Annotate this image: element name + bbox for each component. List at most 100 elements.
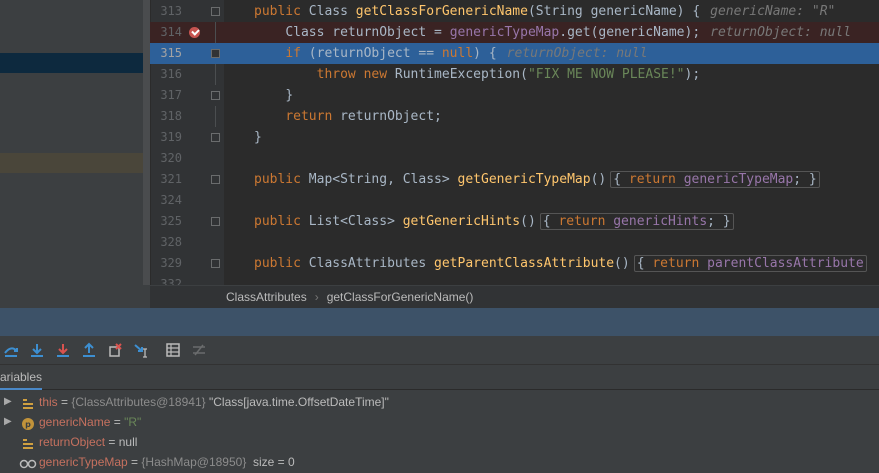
code-line[interactable]: 318 return returnObject;	[150, 106, 879, 127]
code-line[interactable]: 329 public ClassAttributes getParentClass…	[150, 253, 879, 274]
project-panel-scrollbar[interactable]	[143, 0, 150, 285]
code-text: return returnObject;	[254, 106, 442, 127]
line-number[interactable]: 328	[150, 232, 182, 253]
code-text: public List<Class> getGenericHints(){ re…	[254, 211, 734, 232]
fold-toggle-icon[interactable]	[211, 217, 220, 226]
fold-toggle-icon[interactable]	[211, 7, 220, 16]
fold-toggle-icon[interactable]	[211, 49, 220, 58]
code-line[interactable]: 321 public Map<String, Class> getGenericT…	[150, 169, 879, 190]
code-editor[interactable]: 313 public Class getClassForGenericName(S…	[150, 0, 879, 285]
code-line[interactable]: 320	[150, 148, 879, 169]
variable-value: size = 0	[246, 455, 295, 469]
code-token: ()	[520, 214, 536, 229]
code-token: return	[628, 172, 684, 187]
code-line[interactable]: 324	[150, 190, 879, 211]
code-line[interactable]: 317 }	[150, 85, 879, 106]
project-tree-selected-item[interactable]	[0, 53, 150, 73]
code-token: public	[254, 4, 309, 19]
variable-type: {ClassAttributes@18941}	[71, 395, 206, 409]
variables-list[interactable]: ▶ this = {ClassAttributes@18941} "Class[…	[0, 390, 879, 473]
run-to-cursor-icon[interactable]	[133, 342, 149, 358]
variable-row[interactable]: ▶ this = {ClassAttributes@18941} "Class[…	[0, 392, 879, 412]
code-token: Class returnObject =	[285, 25, 450, 40]
fold-toggle-icon[interactable]	[211, 175, 220, 184]
line-number[interactable]: 321	[150, 169, 182, 190]
code-line[interactable]: 316 throw new RuntimeException("FIX ME N…	[150, 64, 879, 85]
drop-frame-icon[interactable]	[107, 342, 123, 358]
step-over-icon[interactable]	[29, 342, 45, 358]
code-text: public Class getClassForGenericName(Stri…	[254, 1, 835, 22]
code-token: getParentClassAttribute	[434, 256, 615, 271]
expand-arrow-icon[interactable]: ▶	[4, 412, 12, 432]
code-token: parentClassAttribute	[707, 256, 864, 271]
fold-guide	[215, 106, 216, 127]
code-token: return	[652, 256, 708, 271]
line-number[interactable]: 324	[150, 190, 182, 211]
fold-toggle-icon[interactable]	[211, 259, 220, 268]
code-line[interactable]: 328	[150, 232, 879, 253]
folded-code-block[interactable]: { return genericTypeMap; }	[610, 171, 820, 188]
variable-name: returnObject	[39, 435, 106, 449]
line-number[interactable]: 325	[150, 211, 182, 232]
code-token: getGenericHints	[402, 214, 521, 229]
code-token: ; }	[793, 172, 817, 187]
line-number[interactable]: 317	[150, 85, 182, 106]
breadcrumb-class[interactable]: ClassAttributes	[226, 290, 307, 304]
variable-row[interactable]: ▶ p genericName = "R"	[0, 412, 879, 432]
line-number[interactable]: 314	[150, 22, 182, 43]
variable-value: null	[118, 435, 138, 449]
show-execution-point-icon[interactable]	[3, 342, 19, 358]
trace-icon[interactable]	[191, 342, 207, 358]
step-into-icon[interactable]	[55, 342, 71, 358]
code-token: ; }	[707, 214, 731, 229]
code-token: Class	[308, 4, 356, 19]
breakpoint-icon[interactable]	[189, 27, 200, 38]
evaluate-expression-icon[interactable]	[165, 342, 181, 358]
code-line[interactable]: 319}	[150, 127, 879, 148]
project-tree-highlighted-item[interactable]	[0, 153, 150, 173]
folded-code-block[interactable]: { return genericHints; }	[539, 213, 734, 230]
folded-code-block[interactable]: { return parentClassAttribute	[633, 255, 867, 272]
code-token: );	[684, 67, 701, 82]
tab-variables[interactable]: ariables	[0, 365, 43, 390]
code-token: return	[285, 109, 341, 124]
step-out-icon[interactable]	[81, 342, 97, 358]
line-number[interactable]: 315	[150, 43, 182, 64]
code-token: }	[254, 130, 262, 145]
variable-row[interactable]: returnObject = null	[0, 432, 879, 452]
variable-row[interactable]: genericTypeMap = {HashMap@18950} size = …	[0, 452, 879, 472]
code-token: getGenericTypeMap	[457, 172, 591, 187]
line-number[interactable]: 313	[150, 1, 182, 22]
expand-arrow-icon[interactable]: ▶	[4, 392, 12, 412]
code-token: }	[285, 88, 294, 103]
code-token: return	[558, 214, 614, 229]
code-line[interactable]: 313 public Class getClassForGenericName(S…	[150, 1, 879, 22]
debug-tab-bar: ariables	[0, 365, 879, 390]
code-token: genericHints	[613, 214, 708, 229]
code-text: Class returnObject = genericTypeMap.get(…	[254, 22, 851, 43]
code-text: }	[254, 85, 293, 106]
line-number[interactable]: 319	[150, 127, 182, 148]
project-panel	[0, 0, 150, 308]
line-number[interactable]: 332	[150, 274, 182, 285]
line-number[interactable]: 318	[150, 106, 182, 127]
code-line[interactable]: 332	[150, 274, 879, 285]
fold-toggle-icon[interactable]	[211, 133, 220, 142]
code-line[interactable]: 325 public List<Class> getGenericHints(){…	[150, 211, 879, 232]
code-token: RuntimeException(	[394, 67, 528, 82]
line-number[interactable]: 316	[150, 64, 182, 85]
variable-equals: =	[105, 435, 119, 449]
code-token: Map<String, Class>	[308, 172, 458, 187]
line-number[interactable]: 320	[150, 148, 182, 169]
code-token: .get(genericName);	[559, 25, 701, 40]
code-line[interactable]: 315 if (returnObject == null) {returnObj…	[150, 43, 879, 64]
code-line[interactable]: 314 Class returnObject = genericTypeMap.…	[150, 22, 879, 43]
debug-panel-header	[0, 308, 879, 336]
code-token: genericTypeMap	[449, 25, 560, 40]
variable-name: this	[39, 395, 58, 409]
fold-toggle-icon[interactable]	[211, 91, 220, 100]
code-token: List<Class>	[308, 214, 403, 229]
breadcrumb-method[interactable]: getClassForGenericName()	[327, 290, 474, 304]
code-token: {	[613, 172, 629, 187]
line-number[interactable]: 329	[150, 253, 182, 274]
